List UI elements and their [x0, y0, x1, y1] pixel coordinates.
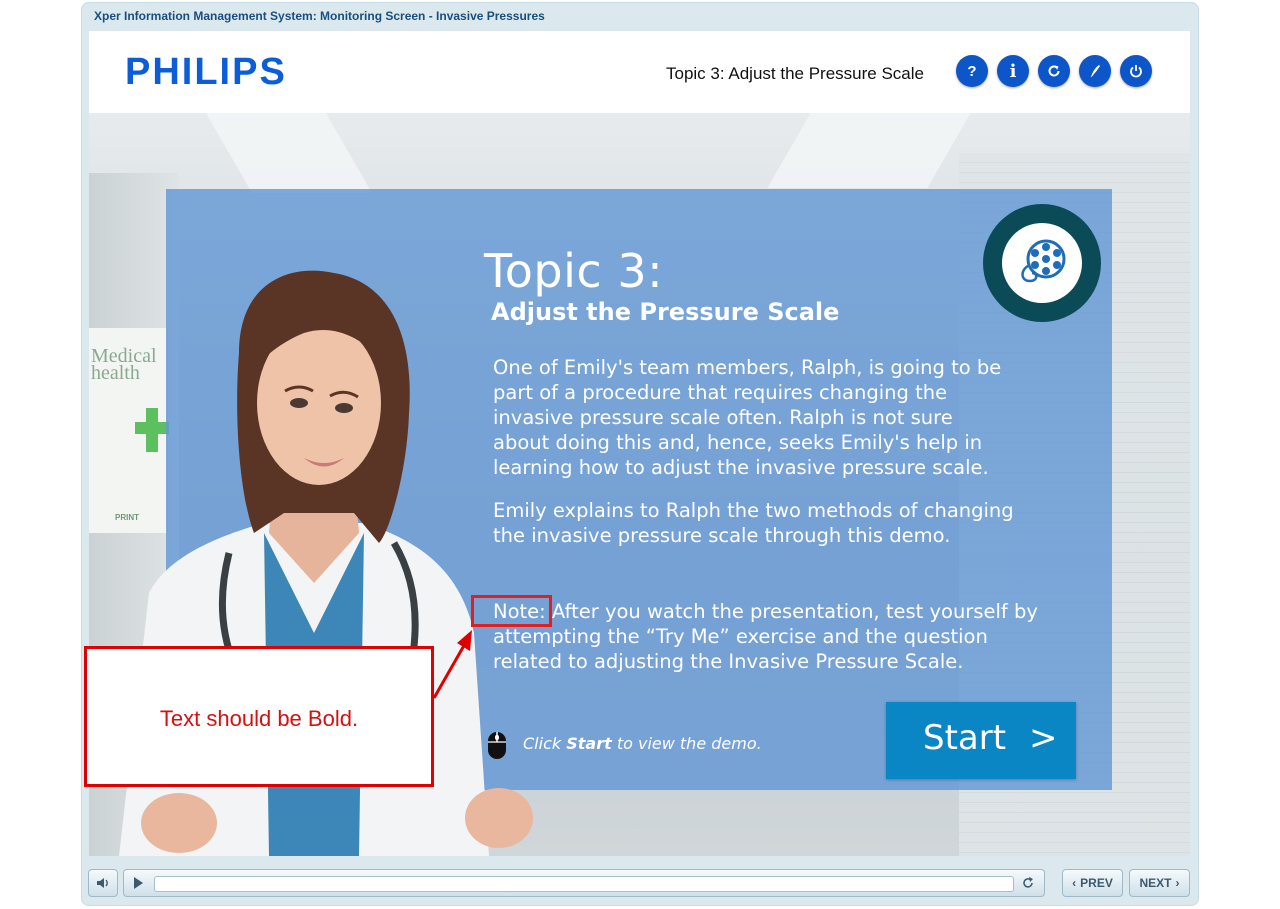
- help-button[interactable]: ?: [956, 55, 988, 87]
- note-paragraph: Note: After you watch the presentation, …: [493, 599, 1038, 674]
- note-line: After you watch the presentation, test y…: [545, 600, 1038, 623]
- instruction-text: Click: [523, 734, 567, 753]
- intro-line: part of a procedure that requires changi…: [493, 381, 948, 404]
- mouse-icon: [488, 732, 506, 759]
- wall-poster: Medical health PRINT: [89, 328, 169, 533]
- instruction-bold: Start: [566, 734, 612, 753]
- chevron-right-icon: ›: [1175, 876, 1180, 890]
- chevron-right-icon: >: [1029, 718, 1058, 758]
- pen-button[interactable]: [1079, 55, 1111, 87]
- demo-paragraph: Emily explains to Ralph the two methods …: [493, 498, 1038, 548]
- replay-icon: [1048, 65, 1060, 77]
- header-bar: PHILIPS Topic 3: Adjust the Pressure Sca…: [89, 31, 1190, 113]
- callout-text: Text should be Bold.: [159, 706, 359, 731]
- info-button[interactable]: i: [997, 55, 1029, 87]
- start-button[interactable]: Start >: [886, 702, 1076, 779]
- mute-button[interactable]: [88, 869, 118, 897]
- demo-line: Emily explains to Ralph the two methods …: [493, 499, 1014, 522]
- demo-line: the invasive pressure scale through this…: [493, 524, 951, 547]
- film-reel-icon: [1021, 239, 1066, 283]
- film-reel-badge: [983, 204, 1101, 322]
- pen-icon: [1090, 65, 1100, 77]
- next-label: NEXT: [1139, 876, 1172, 890]
- note-line: attempting the “Try Me” exercise and the…: [493, 625, 988, 648]
- intro-line: about doing this and, hence, seeks Emily…: [493, 431, 983, 454]
- intro-line: One of Emily's team members, Ralph, is g…: [493, 356, 1002, 379]
- intro-line: learning how to adjust the invasive pres…: [493, 456, 989, 479]
- prev-button[interactable]: ‹ PREV: [1062, 869, 1123, 897]
- speaker-icon: [97, 878, 108, 888]
- annotation-callout: Text should be Bold.: [84, 646, 434, 787]
- power-icon: [1130, 65, 1142, 78]
- philips-logo: PHILIPS: [125, 51, 287, 93]
- poster-text: Medical health: [91, 345, 157, 384]
- power-button[interactable]: [1120, 55, 1152, 87]
- prev-label: PREV: [1080, 876, 1113, 890]
- medical-cross-icon: [135, 408, 169, 452]
- annotation-highlight-box: [471, 595, 552, 627]
- instruction-text: to view the demo.: [611, 734, 762, 753]
- window-title: Xper Information Management System: Moni…: [94, 9, 545, 23]
- topic-title: Topic 3: Adjust the Pressure Scale: [666, 64, 924, 83]
- replay-button[interactable]: [1038, 55, 1070, 87]
- topic-heading: Topic 3:: [484, 244, 664, 298]
- info-icon: i: [1009, 60, 1017, 82]
- help-icon: ?: [967, 62, 977, 80]
- next-button[interactable]: NEXT ›: [1129, 869, 1190, 897]
- poster-print-label: PRINT: [115, 513, 139, 522]
- intro-line: invasive pressure scale often. Ralph is …: [493, 406, 953, 429]
- chevron-left-icon: ‹: [1072, 876, 1077, 890]
- start-label: Start: [923, 718, 1007, 758]
- start-instruction: Click Start to view the demo.: [523, 734, 762, 753]
- note-line: related to adjusting the Invasive Pressu…: [493, 650, 964, 673]
- topic-subheading: Adjust the Pressure Scale: [491, 298, 840, 326]
- progress-track[interactable]: [154, 876, 1014, 892]
- restart-icon[interactable]: [1021, 876, 1035, 890]
- play-icon[interactable]: [133, 877, 144, 889]
- progress-bar: [123, 869, 1045, 897]
- intro-paragraph: One of Emily's team members, Ralph, is g…: [493, 355, 1038, 480]
